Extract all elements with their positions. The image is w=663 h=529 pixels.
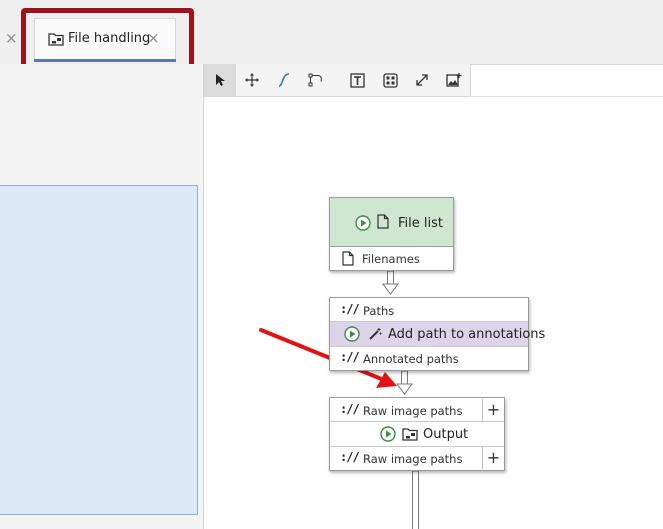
uri-icon: :// — [340, 302, 360, 316]
node-title: Output — [423, 427, 469, 442]
file-list-node[interactable]: File list Filenames — [329, 197, 454, 271]
port-label: Filenames — [362, 252, 420, 266]
add-path-node[interactable]: :// Paths Add path to annotations :// An… — [329, 297, 545, 371]
node-title: Add path to annotations — [388, 327, 546, 342]
run-icon[interactable] — [355, 215, 371, 231]
output-port-filenames[interactable]: Filenames — [330, 247, 453, 270]
port-label: Annotated paths — [363, 352, 459, 366]
connector-shaft — [401, 370, 408, 386]
output-header: Output — [330, 422, 504, 447]
output-port-annotated-paths[interactable]: :// Annotated paths — [330, 347, 528, 370]
connector-shaft — [387, 270, 394, 286]
connector-arrowhead — [382, 283, 399, 295]
run-icon[interactable] — [380, 426, 396, 442]
connector-arrowhead — [396, 383, 413, 395]
magic-wand-icon — [369, 328, 382, 340]
run-icon[interactable] — [344, 326, 360, 342]
uri-icon: :// — [340, 402, 360, 416]
uri-icon: :// — [340, 450, 360, 464]
file-icon — [342, 251, 354, 266]
folder-network-icon — [402, 428, 418, 441]
file-icon — [377, 214, 389, 229]
output-port-raw-image-paths[interactable]: :// Raw image paths + — [330, 447, 504, 470]
uri-icon: :// — [340, 350, 360, 364]
output-node[interactable]: :// Raw image paths + Output :// Raw ima… — [329, 397, 505, 471]
port-label: Paths — [363, 304, 395, 318]
file-list-header: File list — [330, 198, 453, 247]
input-port-raw-image-paths[interactable]: :// Raw image paths + — [330, 398, 504, 422]
node-title: File list — [398, 216, 443, 231]
add-path-header: Add path to annotations — [330, 322, 545, 347]
input-port-paths[interactable]: :// Paths — [330, 298, 528, 322]
add-port-button[interactable]: + — [482, 447, 504, 469]
add-port-button[interactable]: + — [482, 399, 504, 421]
port-label: Raw image paths — [363, 452, 463, 466]
port-label: Raw image paths — [363, 404, 463, 418]
connector-output-line — [412, 470, 419, 529]
